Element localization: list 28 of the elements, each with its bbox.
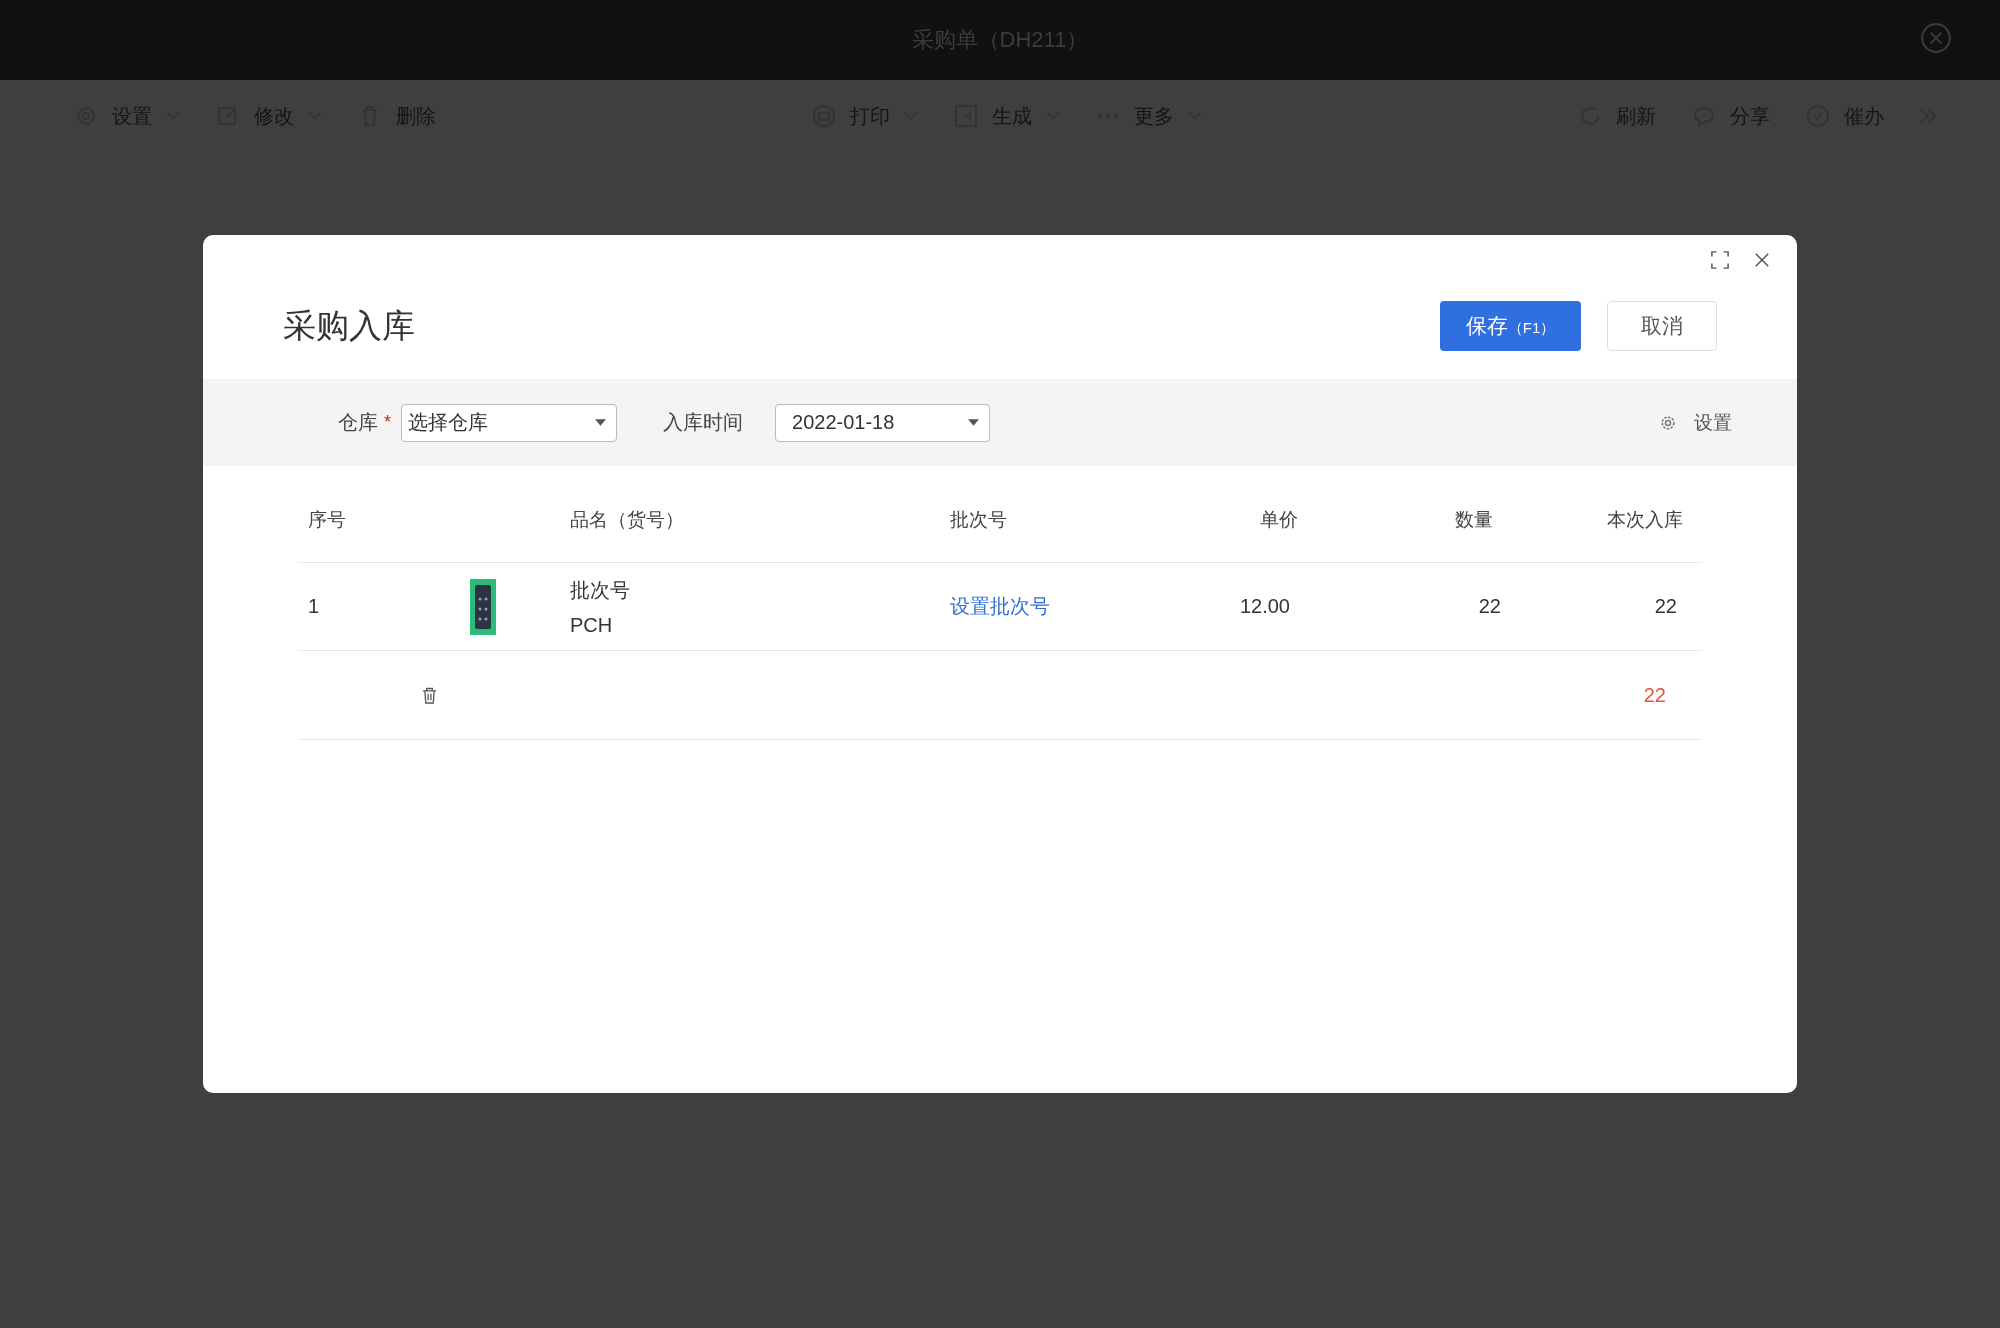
dropdown-icon (595, 419, 606, 426)
column-header: 数量 (1455, 508, 1493, 532)
product-name: 批次号 (570, 577, 631, 603)
column-header: 序号 (308, 508, 347, 532)
table-cell: 22 (1654, 595, 1677, 618)
dropdown-icon (968, 419, 979, 426)
product-code: PCH (570, 613, 614, 637)
trash-icon[interactable] (422, 686, 437, 704)
fullscreen-icon[interactable] (1711, 251, 1729, 269)
date-select[interactable]: 2022-01-18 (775, 403, 990, 442)
column-header: 品名（货号） (570, 508, 685, 532)
column-header: 本次入库 (1607, 508, 1683, 532)
save-button[interactable]: 保存（F1） (1440, 301, 1581, 351)
close-icon[interactable] (1753, 251, 1771, 269)
required-mark: * (384, 412, 391, 433)
batch-link[interactable]: 设置批次号 (950, 595, 1050, 617)
warehouse-select[interactable]: 选择仓库 (401, 403, 617, 442)
table-cell: 12.00 (1239, 595, 1290, 618)
cancel-button[interactable]: 取消 (1607, 301, 1717, 351)
column-header: 批次号 (950, 508, 1008, 532)
total-value: 22 (1643, 683, 1666, 707)
dialog-title: 采购入库 (283, 305, 415, 346)
date-label: 入库时间 (663, 410, 743, 435)
column-header: 单价 (1260, 508, 1298, 532)
settings-button[interactable]: 设置 (1658, 409, 1732, 436)
table-cell: 22 (1478, 595, 1501, 618)
table-cell-text: 1 (308, 595, 321, 618)
warehouse-label: 仓库 (338, 410, 378, 435)
